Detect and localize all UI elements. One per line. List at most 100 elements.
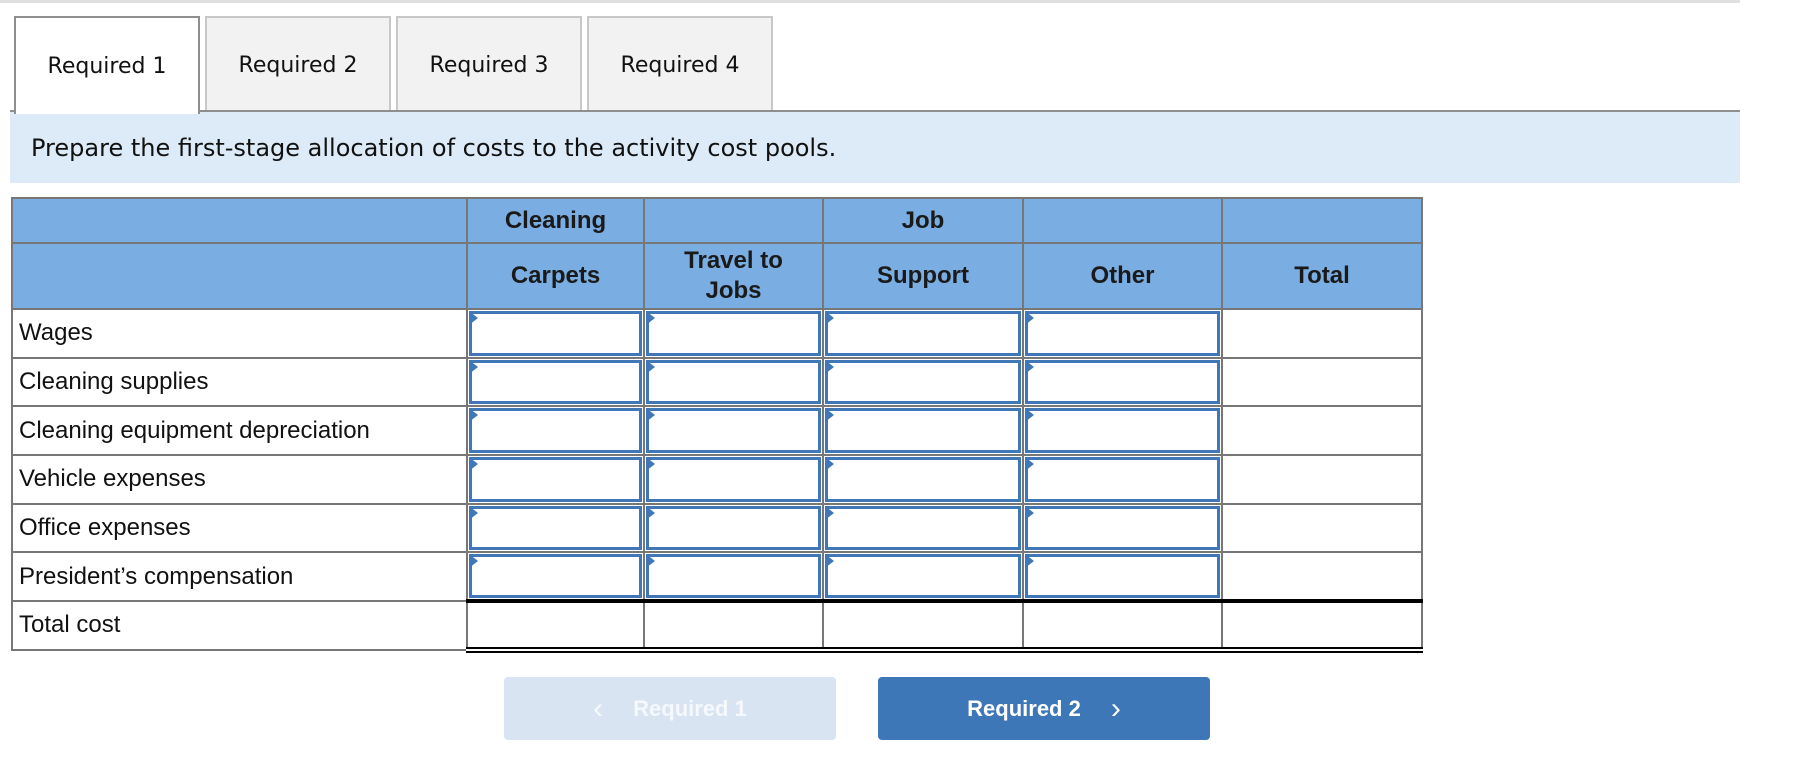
header-row-1: Cleaning Job [11,197,1423,244]
amount-input-other[interactable] [1025,554,1220,599]
amount-input-carpets[interactable] [469,408,642,454]
cell-total [1221,454,1423,505]
cell-carpets [466,405,645,457]
cell-travel [643,454,824,505]
header-blank [11,242,468,310]
input-marker-icon [646,359,655,374]
amount-input-travel[interactable] [646,311,821,356]
cell-carpets [466,308,645,359]
input-marker-icon [825,408,834,423]
amount-input-other[interactable] [1025,408,1220,454]
input-marker-icon [1025,408,1034,423]
chevron-right-icon: › [1110,691,1121,725]
table-row: Cleaning equipment depreciation [11,405,1423,457]
next-required-button[interactable]: Required 2 › [878,677,1210,740]
cell-carpets [466,356,645,408]
input-marker-icon [469,457,478,472]
row-label: Cleaning supplies [11,356,468,408]
cell-other [1022,356,1223,408]
cell-job-support [822,308,1024,359]
total-cost-row: Total cost [11,599,1423,653]
previous-button-label: Required 1 [633,695,747,721]
instruction-banner: Prepare the first-stage allocation of co… [10,112,1740,183]
requirement-tabs: Required 1 Required 2 Required 3 Require… [14,16,778,114]
input-marker-icon [646,505,655,520]
table-row: Office expenses [11,502,1423,554]
amount-input-job-support[interactable] [825,311,1021,356]
amount-input-carpets[interactable] [469,311,642,356]
cell-job-support [822,356,1024,408]
cell-other [1022,308,1223,359]
cell-travel [643,502,824,554]
next-button-label: Required 2 [967,695,1081,721]
header-travel-to-jobs-text: Travel to Jobs [684,247,783,304]
input-marker-icon [646,457,655,472]
input-marker-icon [469,311,478,325]
input-marker-icon [469,554,478,569]
amount-input-travel[interactable] [646,359,821,405]
amount-input-carpets[interactable] [469,554,642,599]
cell-carpets [466,551,645,603]
cell-other [1022,502,1223,554]
amount-input-job-support[interactable] [825,359,1021,405]
cell-other [1022,405,1223,457]
cell-other [1022,551,1223,603]
row-label: Office expenses [11,502,468,554]
tab-required-1[interactable]: Required 1 [14,16,200,114]
cell-job-support [822,454,1024,505]
header-support: Support [822,242,1024,310]
amount-input-job-support[interactable] [825,505,1021,551]
cost-allocation-table: Cleaning Job Carpets Travel to Jobs Supp… [11,197,1423,653]
amount-input-job-support[interactable] [825,457,1021,502]
tab-required-4[interactable]: Required 4 [587,16,773,112]
input-marker-icon [1025,359,1034,374]
amount-input-job-support[interactable] [825,408,1021,454]
tab-required-2[interactable]: Required 2 [205,16,391,112]
amount-input-carpets[interactable] [469,505,642,551]
row-label: Vehicle expenses [11,454,468,505]
cell-job-support [822,502,1024,554]
amount-input-other[interactable] [1025,457,1220,502]
amount-input-travel[interactable] [646,408,821,454]
input-marker-icon [646,408,655,423]
header-other: Other [1022,242,1223,310]
total-cell-carpets [466,599,645,653]
tab-required-3[interactable]: Required 3 [396,16,582,112]
total-cell-job-support [822,599,1024,653]
cell-travel [643,551,824,603]
input-marker-icon [646,311,655,325]
amount-input-travel[interactable] [646,554,821,599]
header-blank [1022,197,1223,244]
amount-input-other[interactable] [1025,359,1220,405]
amount-input-job-support[interactable] [825,554,1021,599]
input-marker-icon [1025,554,1034,569]
cell-total [1221,405,1423,457]
table-row: President’s compensation [11,551,1423,603]
cell-job-support [822,551,1024,603]
input-marker-icon [825,554,834,569]
amount-input-carpets[interactable] [469,359,642,405]
top-divider [0,0,1740,3]
input-marker-icon [469,408,478,423]
cell-total [1221,308,1423,359]
input-marker-icon [825,505,834,520]
cell-total [1221,502,1423,554]
table-row: Cleaning supplies [11,356,1423,408]
header-carpets: Carpets [466,242,645,310]
amount-input-travel[interactable] [646,505,821,551]
cell-carpets [466,454,645,505]
amount-input-carpets[interactable] [469,457,642,502]
cell-travel [643,405,824,457]
header-total: Total [1221,242,1423,310]
header-job: Job [822,197,1024,244]
amount-input-travel[interactable] [646,457,821,502]
table-row: Wages [11,308,1423,359]
header-cleaning: Cleaning [466,197,645,244]
amount-input-other[interactable] [1025,311,1220,356]
previous-required-button[interactable]: ‹ Required 1 [504,677,836,740]
cell-total [1221,356,1423,408]
input-marker-icon [646,554,655,569]
row-label: Wages [11,308,468,359]
amount-input-other[interactable] [1025,505,1220,551]
input-marker-icon [1025,311,1034,325]
